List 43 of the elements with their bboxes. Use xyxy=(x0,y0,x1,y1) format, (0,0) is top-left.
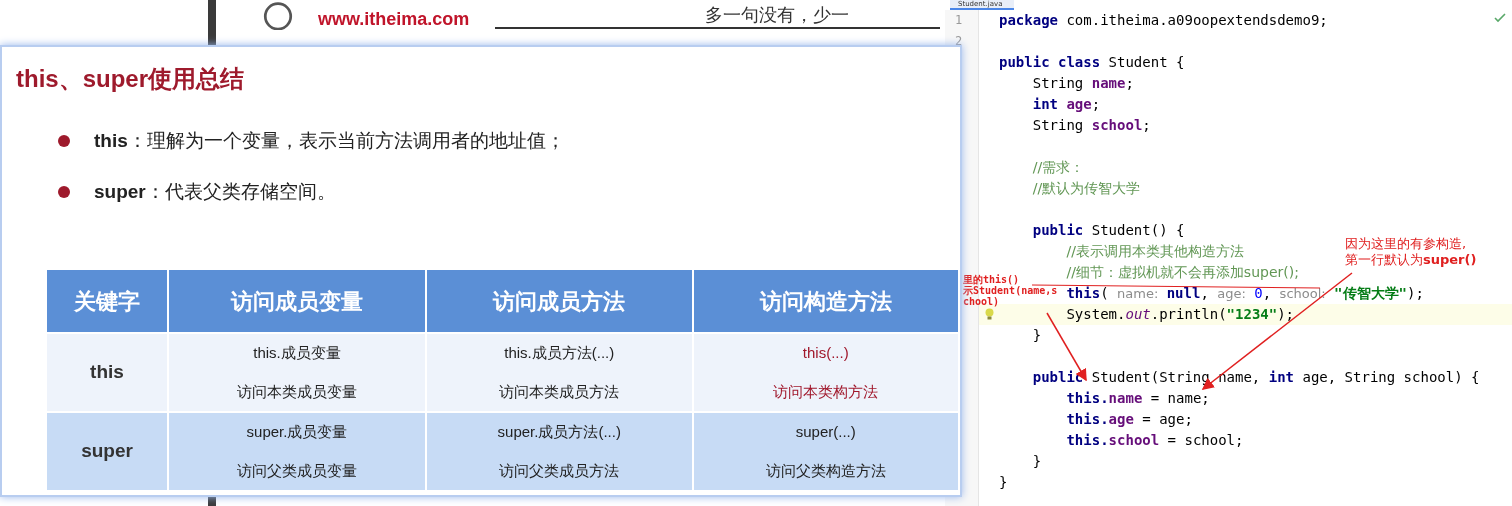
code-line: //默认为传智大学 xyxy=(1032,179,1141,198)
table-cell: super xyxy=(47,413,167,490)
callout-note: 因为这里的有参构造, 第一行默认为super() xyxy=(1345,236,1477,268)
slide-title: this、super使用总结 xyxy=(15,64,246,94)
column-header: 访问成员变量 xyxy=(169,270,425,332)
bullet-text: this：理解为一个变量，表示当前方法调用者的地址值； xyxy=(94,129,565,153)
code-line: String school; xyxy=(1032,116,1151,135)
table-cell: super.成员方法(...) 访问父类成员方法 xyxy=(427,413,692,490)
column-header: 访问构造方法 xyxy=(693,270,958,332)
table-cell: this(...) 访问本类构方法 xyxy=(693,334,958,411)
code-line: public Student(String name, int age, String school) { xyxy=(1032,368,1480,387)
code-line: } xyxy=(1032,452,1042,471)
code-line: //表示调用本类其他构造方法 xyxy=(1066,242,1244,261)
code-line: public class Student { xyxy=(999,53,1185,72)
code-line: this( name: null, age: 0, school: "传智大学"); xyxy=(1066,284,1424,303)
lightbulb-icon[interactable] xyxy=(984,308,994,321)
side-note: 里的this() xyxy=(963,274,1021,285)
code-line: public Student() { xyxy=(1032,221,1185,240)
line-number: 2 xyxy=(955,34,963,48)
side-note: 示Student(name,school) xyxy=(963,285,1059,307)
code-line: this.age = age; xyxy=(1066,410,1193,429)
code-line: } xyxy=(999,473,1008,492)
slogan: 多一句没有，少一 xyxy=(705,4,849,27)
bullet-icon xyxy=(58,135,70,148)
code-line: int age; xyxy=(1032,95,1101,114)
bullet-icon xyxy=(58,185,70,198)
code-line: //需求： xyxy=(1032,158,1085,177)
table-cell: this xyxy=(47,334,167,411)
code-line: //细节：虚拟机就不会再添加super(); xyxy=(1066,263,1299,282)
check-icon xyxy=(1494,13,1506,23)
code-line: this.school = school; xyxy=(1066,431,1244,450)
table-cell: super(...) 访问父类构造方法 xyxy=(693,413,958,490)
bullet-text: super：代表父类存储空间。 xyxy=(94,179,336,204)
site-address: www.itheima.com xyxy=(318,8,470,31)
code-line: package com.itheima.a09oopextendsdemo9; xyxy=(999,11,1328,30)
line-number: 1 xyxy=(955,13,963,27)
column-header: 关键字 xyxy=(47,270,167,332)
column-header: 访问成员方法 xyxy=(427,270,692,332)
code-line: this.name = name; xyxy=(1066,389,1210,408)
code-line: } xyxy=(1032,326,1042,345)
code-line: System.out.println("1234"); xyxy=(1066,305,1295,324)
table-cell: super.成员变量 访问父类成员变量 xyxy=(169,413,425,490)
code-line: String name; xyxy=(1032,74,1134,93)
